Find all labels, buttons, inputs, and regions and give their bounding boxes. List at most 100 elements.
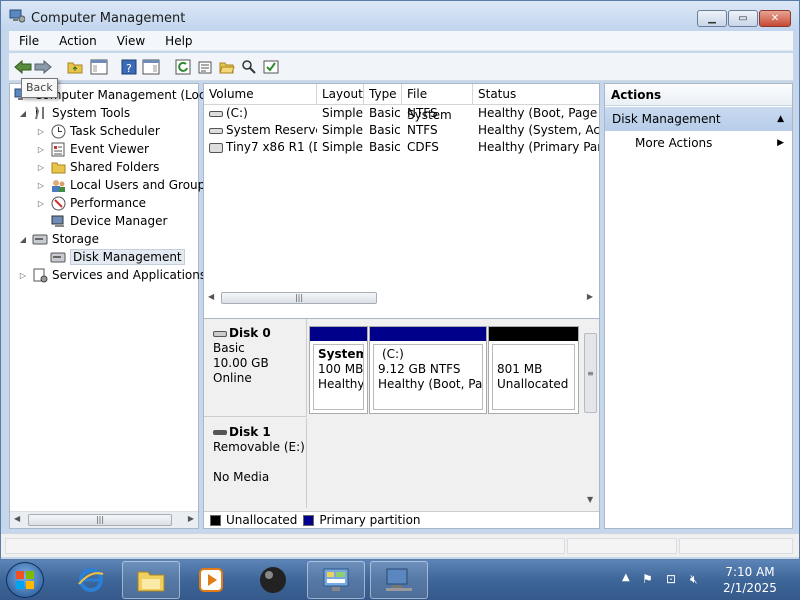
- show-hide-tree-button[interactable]: [89, 57, 109, 77]
- scroll-right-icon[interactable]: ▶: [188, 514, 194, 523]
- unallocated-swatch: [210, 514, 221, 526]
- disk-1-name: Disk 1: [229, 425, 271, 439]
- scrollbar-thumb[interactable]: |||: [28, 514, 172, 526]
- menu-action[interactable]: Action: [49, 34, 107, 48]
- taskbar-computer-management[interactable]: [370, 561, 428, 599]
- network-icon[interactable]: ⊡: [666, 572, 676, 586]
- actions-section-disk-management[interactable]: Disk Management ▲: [605, 107, 792, 131]
- disk-legend: Unallocated Primary partition: [204, 511, 599, 528]
- maximize-button[interactable]: ▭: [728, 10, 758, 27]
- menu-view[interactable]: View: [107, 34, 155, 48]
- tree-item-disk-management[interactable]: Disk Management: [50, 248, 185, 266]
- column-type[interactable]: Type: [364, 84, 402, 105]
- show-hidden-icons-icon[interactable]: ▲: [622, 572, 630, 583]
- tree-item-storage[interactable]: ◢ Storage: [18, 230, 99, 248]
- expanded-arrow-icon[interactable]: ◢: [18, 235, 28, 244]
- collapsed-arrow-icon[interactable]: ▷: [36, 145, 46, 154]
- disk-1-label[interactable]: Disk 1 Removable (E:) No Media: [204, 418, 307, 508]
- tree-label: Performance: [70, 196, 147, 210]
- actions-header: Actions: [605, 84, 792, 106]
- scroll-down-icon[interactable]: ▼: [587, 495, 593, 504]
- volume-row[interactable]: (C:) Simple Basic NTFS Healthy (Boot, Pa…: [204, 105, 599, 122]
- system-clock[interactable]: 7:10 AM 2/1/2025: [722, 564, 778, 596]
- status-cell: Healthy (System, Activ: [478, 123, 599, 137]
- title-bar[interactable]: Computer Management ▁ ▭ ✕: [1, 1, 799, 31]
- collapsed-arrow-icon[interactable]: ▷: [36, 163, 46, 172]
- close-button[interactable]: ✕: [759, 10, 791, 27]
- open-button[interactable]: [217, 57, 237, 77]
- properties-button[interactable]: [195, 57, 215, 77]
- removable-disk-icon: [213, 430, 227, 435]
- primary-partition-bar: [370, 327, 486, 341]
- collapsed-arrow-icon[interactable]: ▷: [36, 127, 46, 136]
- help-button[interactable]: ?: [119, 57, 139, 77]
- status-bar: [1, 533, 799, 557]
- actions-pane: Actions Disk Management ▲ More Actions ▶: [604, 83, 793, 529]
- disk-0-size: 10.00 GB: [213, 356, 269, 370]
- expanded-arrow-icon[interactable]: ◢: [18, 109, 28, 118]
- collapsed-arrow-icon[interactable]: ▷: [36, 199, 46, 208]
- tree-item-system-tools[interactable]: ◢ System Tools: [18, 104, 130, 122]
- disk-1-spacer: [213, 455, 306, 470]
- scroll-right-icon[interactable]: ▶: [587, 292, 593, 301]
- status-bar-cell: [567, 538, 677, 554]
- refresh-button[interactable]: [173, 57, 193, 77]
- tree-item-task-scheduler[interactable]: ▷ Task Scheduler: [36, 122, 160, 140]
- tree-item-event-viewer[interactable]: ▷ Event Viewer: [36, 140, 149, 158]
- volume-row[interactable]: System Reserved Simple Basic NTFS Health…: [204, 122, 599, 139]
- taskbar-windows-explorer[interactable]: [122, 561, 180, 599]
- minimize-button[interactable]: ▁: [697, 10, 727, 27]
- partition-title: System: [318, 347, 364, 361]
- taskbar-media-center[interactable]: [244, 561, 302, 599]
- scrollbar-thumb[interactable]: |||: [221, 292, 377, 304]
- collapsed-arrow-icon[interactable]: ▷: [18, 271, 28, 280]
- disk-properties-button[interactable]: [261, 57, 281, 77]
- disk-check-icon: [263, 60, 279, 74]
- taskbar-control-panel[interactable]: [307, 561, 365, 599]
- scroll-left-icon[interactable]: ◀: [208, 292, 214, 301]
- search-button[interactable]: [239, 57, 259, 77]
- volume-list-horizontal-scrollbar[interactable]: ◀ ||| ▶: [204, 290, 599, 307]
- taskbar-internet-explorer[interactable]: [62, 561, 120, 599]
- partition-size: 801 MB: [497, 362, 543, 376]
- column-status[interactable]: Status: [473, 84, 599, 105]
- tree-item-device-manager[interactable]: Device Manager: [50, 212, 167, 230]
- show-action-pane-button[interactable]: [141, 57, 161, 77]
- refresh-icon: [175, 59, 191, 75]
- scroll-left-icon[interactable]: ◀: [14, 514, 20, 523]
- column-layout[interactable]: Layout: [317, 84, 364, 105]
- tree-horizontal-scrollbar[interactable]: ◀ ||| ▶: [10, 511, 198, 528]
- forward-button[interactable]: [33, 57, 53, 77]
- more-actions-item[interactable]: More Actions ▶: [635, 134, 790, 152]
- partition-status: Healthy: [318, 377, 364, 391]
- start-button[interactable]: [6, 562, 44, 598]
- column-volume[interactable]: Volume: [204, 84, 317, 105]
- partition-c[interactable]: (C:)9.12 GB NTFSHealthy (Boot, Page: [369, 326, 487, 414]
- column-file-system[interactable]: File System: [402, 84, 473, 122]
- tree-item-shared-folders[interactable]: ▷ Shared Folders: [36, 158, 159, 176]
- tree-item-performance[interactable]: ▷ Performance: [36, 194, 146, 212]
- partition-system-reserved[interactable]: System100 MB IHealthy: [309, 326, 368, 414]
- tree-label: Event Viewer: [70, 142, 149, 156]
- tree-item-services-applications[interactable]: ▷ Services and Applications: [18, 266, 206, 284]
- action-center-flag-icon[interactable]: ⚑: [642, 572, 653, 586]
- clock-time: 7:10 AM: [725, 565, 775, 579]
- collapsed-arrow-icon[interactable]: ▷: [36, 181, 46, 190]
- volume-name-cell: (C:): [204, 105, 317, 122]
- control-panel-icon: [323, 568, 349, 591]
- up-folder-button[interactable]: [65, 57, 85, 77]
- collapse-up-icon[interactable]: ▲: [777, 107, 784, 131]
- menu-file[interactable]: File: [9, 34, 49, 48]
- taskbar-media-player[interactable]: [182, 561, 240, 599]
- menu-help[interactable]: Help: [155, 34, 202, 48]
- volume-muted-icon[interactable]: 🔇︎: [690, 572, 698, 587]
- device-manager-icon: [50, 213, 66, 229]
- back-button[interactable]: [13, 57, 33, 77]
- unallocated-space[interactable]: 801 MB Unallocated: [488, 326, 579, 414]
- file-system-cell: CDFS: [407, 140, 439, 154]
- disk-view-vertical-scrollbar[interactable]: ≡: [584, 333, 597, 413]
- tree-item-local-users[interactable]: ▷ Local Users and Groups: [36, 176, 212, 194]
- volume-row[interactable]: Tiny7 x86 R1 (D:) Simple Basic CDFS Heal…: [204, 139, 599, 156]
- disk-0-label[interactable]: Disk 0 Basic 10.00 GB Online: [204, 319, 307, 417]
- disk-0-type: Basic: [213, 341, 245, 355]
